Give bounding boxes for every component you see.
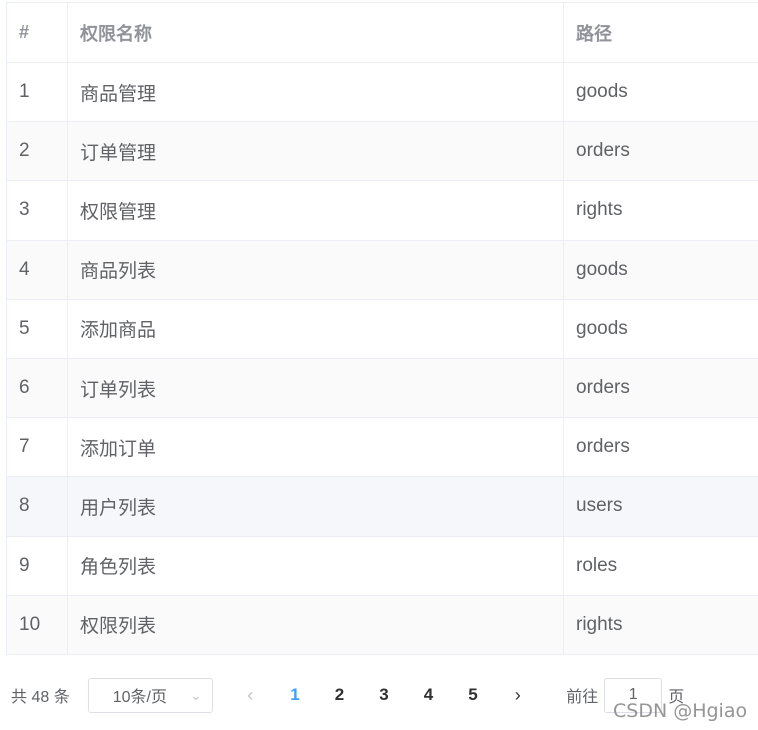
prev-page-button[interactable]: ‹ [228,685,273,706]
cell-path: goods [576,258,628,280]
page-5-button[interactable]: 5 [451,685,496,705]
table-row[interactable]: 5 添加商品 goods [7,299,758,359]
cell-index: 1 [7,63,68,122]
table-row[interactable]: 3 权限管理 rights [7,181,758,241]
rights-table: # 权限名称 路径 1 商品管理 goods 2 订单管理 orders 3 权限管理 righ… [6,2,758,655]
cell-name: 角色列表 [68,536,564,595]
table-row[interactable]: 1 商品管理 goods [7,63,758,123]
goto-prefix: 前往 [566,689,599,706]
header-path[interactable]: 路径 [564,3,758,62]
cell-name: 权限管理 [68,181,564,240]
table-header-row: # 权限名称 路径 [7,3,758,63]
cell-path: rights [576,613,623,635]
watermark: CSDN @Hgiao [613,700,748,722]
cell-path: roles [576,554,618,576]
cell-index: 4 [7,240,68,299]
cell-path: orders [576,377,630,399]
cell-name: 商品列表 [68,240,564,299]
header-name[interactable]: 权限名称 [68,3,564,62]
page-size-value: 10条/页 [112,689,167,706]
cell-path: rights [576,199,623,221]
cell-name: 用户列表 [68,477,564,536]
cell-name: 添加订单 [68,418,564,477]
table-row[interactable]: 9 角色列表 roles [7,536,758,596]
page-3-button[interactable]: 3 [362,685,407,705]
cell-name: 权限列表 [68,595,564,654]
chevron-down-icon: ⌄ [189,686,202,703]
cell-name: 订单管理 [68,122,564,181]
cell-index: 6 [7,358,68,418]
cell-name: 订单列表 [68,358,564,418]
table-row[interactable]: 8 用户列表 users [7,477,758,537]
cell-index: 9 [7,536,68,595]
cell-index: 2 [7,122,68,181]
cell-index: 8 [7,477,68,536]
table-row[interactable]: 2 订单管理 orders [7,122,758,182]
cell-index: 7 [7,418,68,477]
cell-path: orders [576,140,630,162]
header-index[interactable]: # [7,3,68,62]
next-page-button[interactable]: › [495,685,540,706]
cell-index: 5 [7,299,68,358]
cell-path: users [576,495,623,517]
total-count: 共 48 条 [11,689,70,706]
page-2-button[interactable]: 2 [317,685,362,705]
cell-name: 商品管理 [68,63,564,122]
cell-name: 添加商品 [68,299,564,358]
cell-path: goods [576,317,628,339]
page-1-button[interactable]: 1 [273,685,318,705]
cell-index: 3 [7,181,68,240]
table-row[interactable]: 4 商品列表 goods [7,240,758,300]
cell-path: goods [576,81,628,103]
page-4-button[interactable]: 4 [406,685,451,705]
cell-path: orders [576,436,630,458]
table-row[interactable]: 6 订单列表 orders [7,358,758,419]
table-row[interactable]: 10 权限列表 rights [7,595,758,655]
page-size-select[interactable]: 10条/页 ⌄ [87,677,213,713]
cell-index: 10 [7,595,68,654]
table-row[interactable]: 7 添加订单 orders [7,418,758,478]
